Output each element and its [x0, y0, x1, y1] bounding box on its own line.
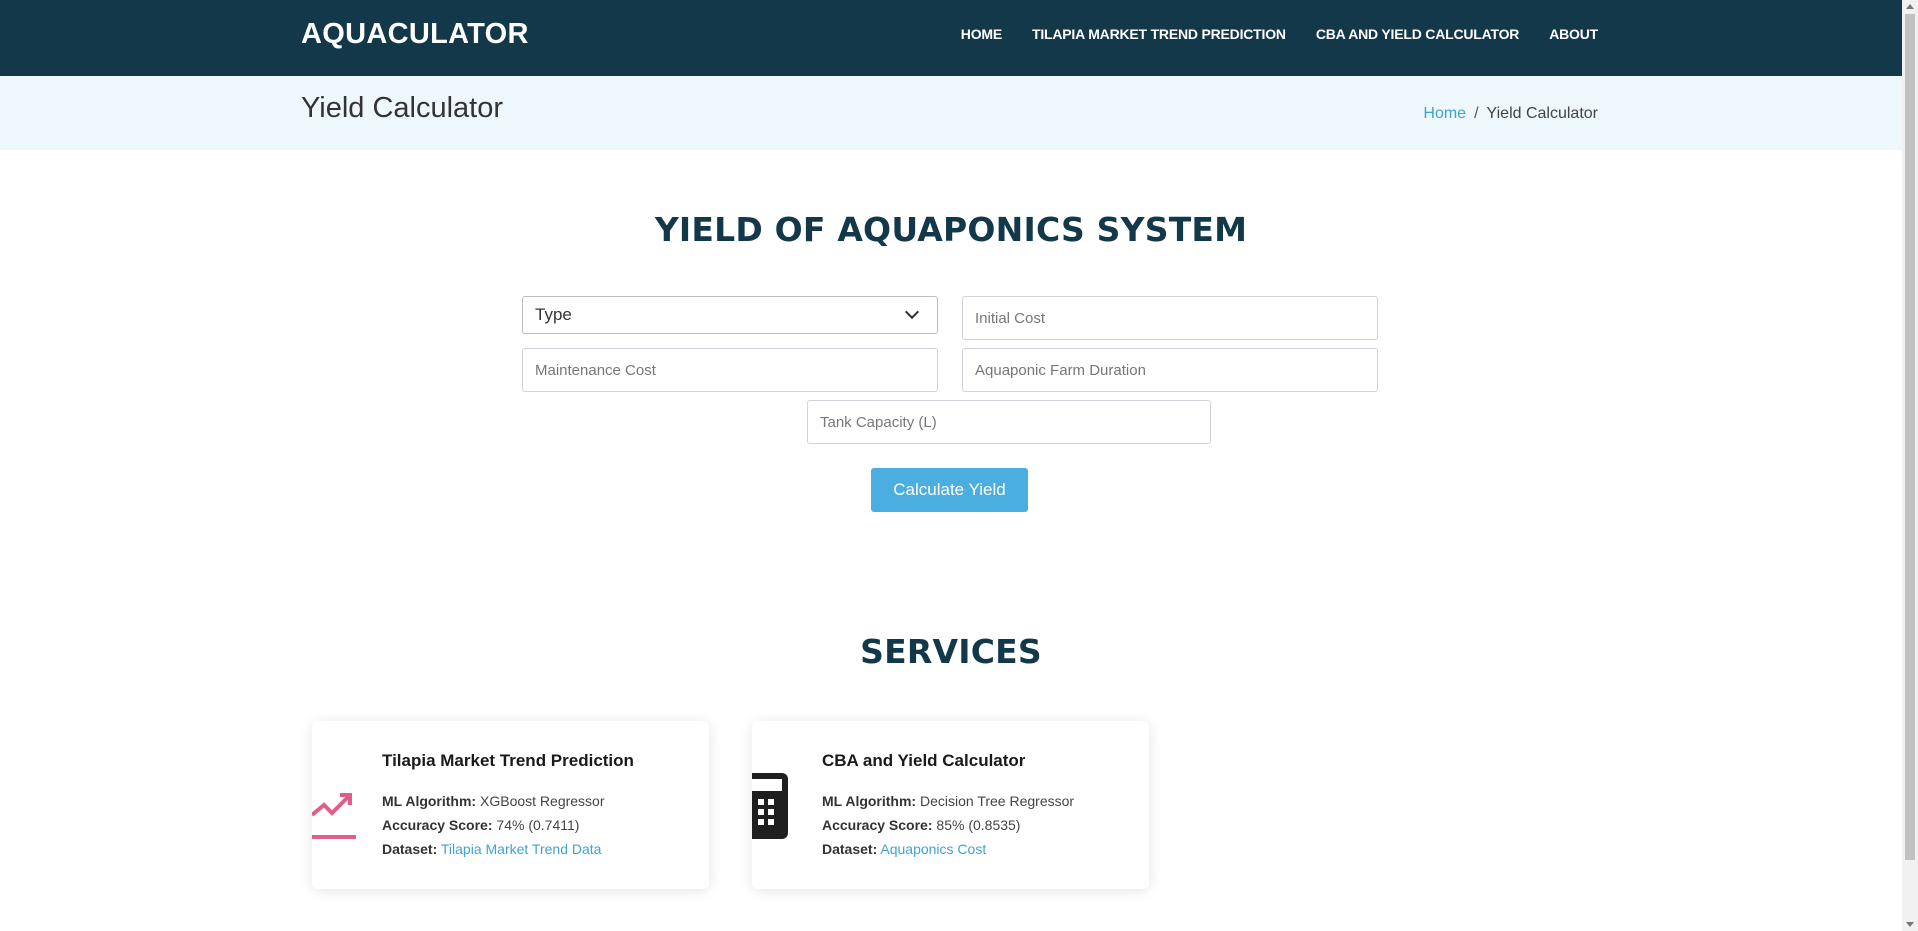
dataset-link[interactable]: Aquaponics Cost [880, 841, 986, 857]
accuracy-label: Accuracy Score: [822, 817, 933, 833]
nav-cba-yield-calculator[interactable]: CBA AND YIELD CALCULATOR [1316, 26, 1520, 42]
maintenance-cost-placeholder: Maintenance Cost [535, 361, 656, 379]
nav-home[interactable]: HOME [961, 26, 1002, 42]
service-card-tilapia: Tilapia Market Trend Prediction ML Algor… [312, 721, 709, 889]
site-logo[interactable]: AQUACULATOR [301, 18, 529, 51]
algo-value: Decision Tree Regressor [920, 793, 1075, 809]
trend-up-icon [312, 793, 356, 839]
accuracy-label: Accuracy Score: [382, 817, 493, 833]
services-title: SERVICES [860, 632, 1042, 671]
tank-capacity-input[interactable]: Tank Capacity (L) [807, 400, 1211, 444]
service-card-details: ML Algorithm: XGBoost Regressor Accuracy… [382, 789, 605, 861]
service-card-title: Tilapia Market Trend Prediction [382, 751, 634, 770]
breadcrumb: Home / Yield Calculator [1423, 105, 1598, 123]
vertical-scrollbar[interactable] [1902, 0, 1918, 931]
service-card-cba: CBA and Yield Calculator ML Algorithm: D… [752, 721, 1149, 889]
main-nav: HOME TILAPIA MARKET TREND PREDICTION CBA… [931, 26, 1598, 42]
maintenance-cost-input[interactable]: Maintenance Cost [522, 348, 938, 392]
farm-duration-input[interactable]: Aquaponic Farm Duration [962, 348, 1378, 392]
algo-value: XGBoost Regressor [480, 793, 605, 809]
farm-duration-placeholder: Aquaponic Farm Duration [975, 361, 1146, 379]
nav-tilapia-market-trend[interactable]: TILAPIA MARKET TREND PREDICTION [1032, 26, 1286, 42]
scroll-thumb[interactable] [1905, 14, 1915, 860]
accuracy-value: 85% (0.8535) [936, 817, 1021, 833]
accuracy-value: 74% (0.7411) [496, 817, 580, 833]
form-title: YIELD OF AQUAPONICS SYSTEM [654, 210, 1248, 249]
calculator-icon [752, 773, 788, 839]
breadcrumb-current: Yield Calculator [1486, 105, 1598, 122]
type-select-value: Type [535, 305, 572, 324]
scroll-down-arrow-icon[interactable] [1906, 922, 1914, 927]
dataset-label: Dataset: [382, 841, 438, 857]
breadcrumb-separator: / [1474, 105, 1479, 122]
initial-cost-placeholder: Initial Cost [975, 309, 1046, 327]
scroll-up-arrow-icon[interactable] [1906, 4, 1914, 9]
dataset-label: Dataset: [822, 841, 878, 857]
tank-capacity-placeholder: Tank Capacity (L) [820, 413, 937, 431]
nav-about[interactable]: ABOUT [1549, 26, 1598, 42]
breadcrumb-band [0, 76, 1902, 150]
type-select[interactable]: Type [522, 296, 938, 334]
algo-label: ML Algorithm: [382, 793, 477, 809]
service-card-details: ML Algorithm: Decision Tree Regressor Ac… [822, 789, 1074, 861]
calculate-yield-button[interactable]: Calculate Yield [871, 468, 1028, 512]
page-title: Yield Calculator [301, 92, 504, 124]
dataset-link[interactable]: Tilapia Market Trend Data [441, 841, 602, 857]
breadcrumb-home-link[interactable]: Home [1423, 105, 1466, 122]
initial-cost-input[interactable]: Initial Cost [962, 296, 1378, 340]
algo-label: ML Algorithm: [822, 793, 917, 809]
top-navbar: AQUACULATOR HOME TILAPIA MARKET TREND PR… [0, 0, 1902, 76]
service-card-title: CBA and Yield Calculator [822, 751, 1026, 770]
chevron-down-icon [904, 304, 920, 320]
